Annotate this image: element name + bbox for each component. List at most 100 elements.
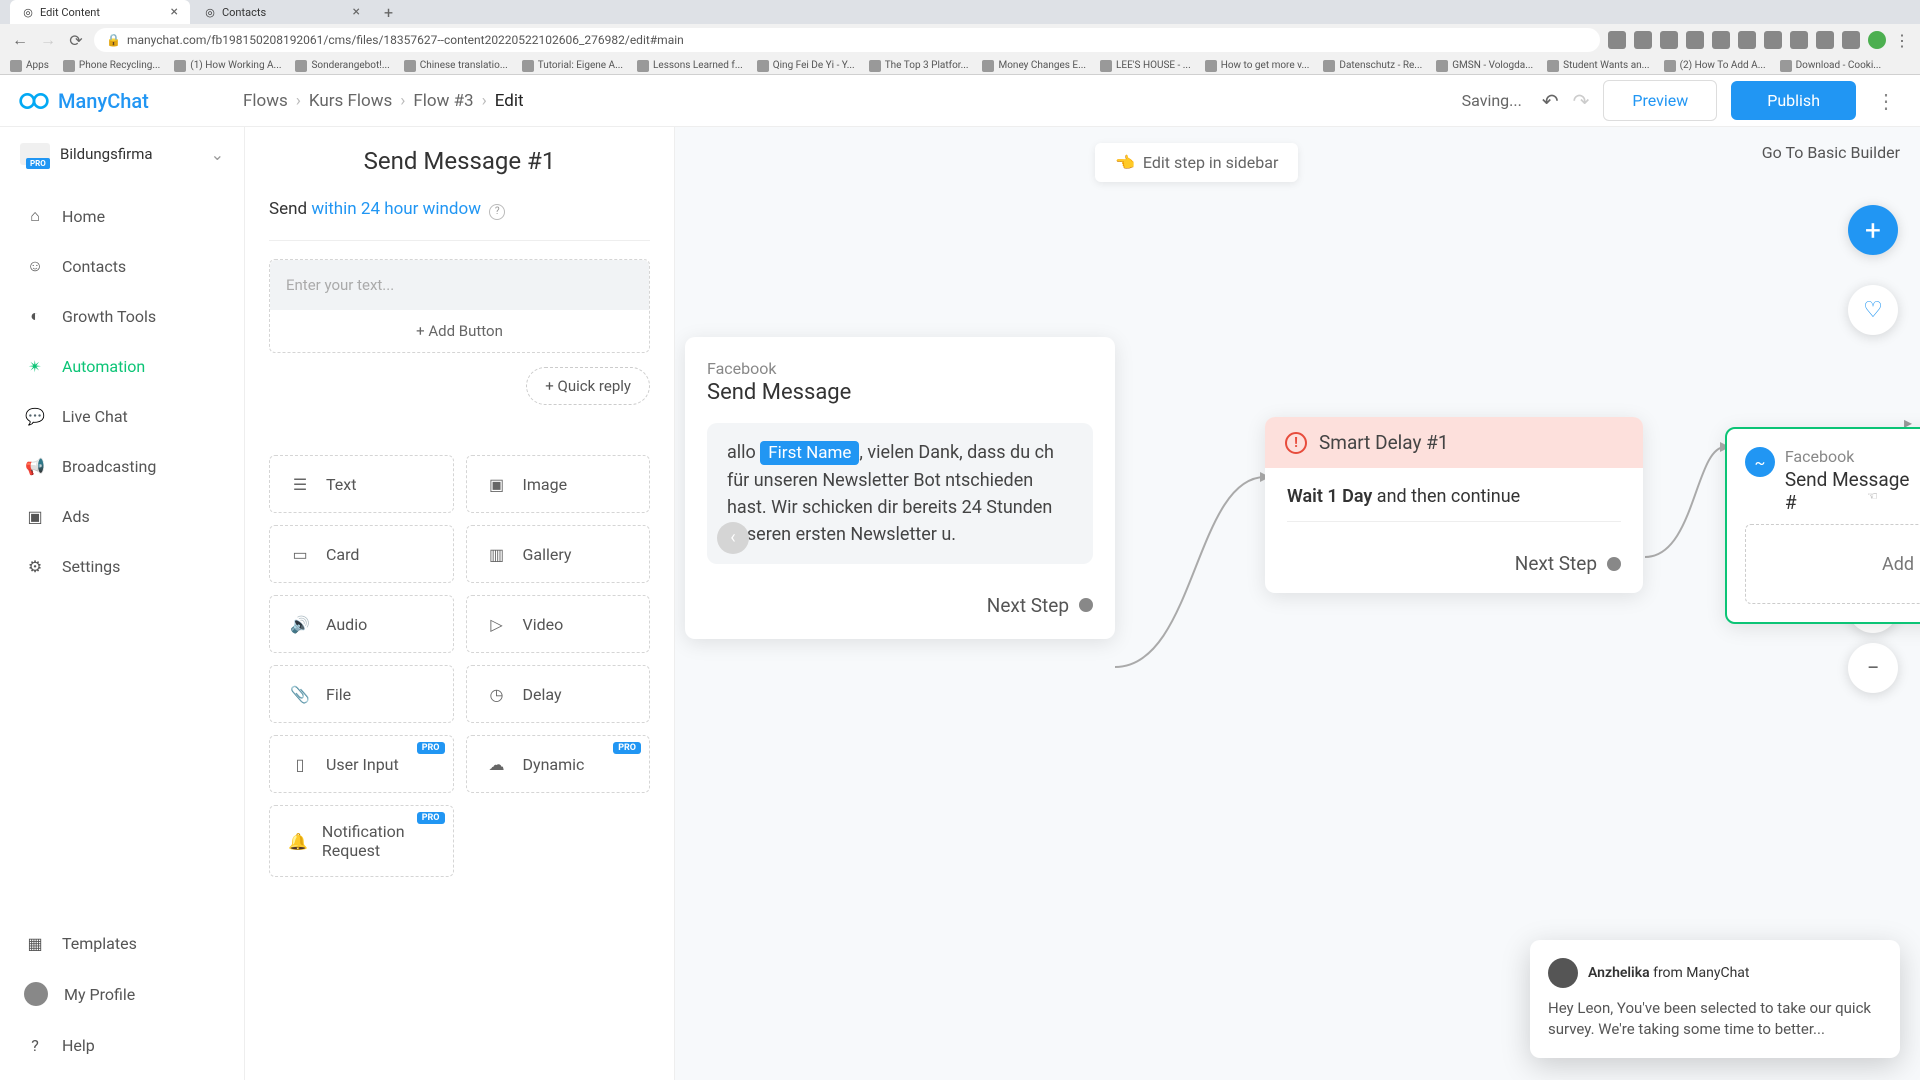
sidebar-item-ads[interactable]: ▣Ads (0, 491, 244, 541)
tab-title: Contacts (222, 6, 266, 19)
bookmark-item[interactable]: How to get more v... (1205, 60, 1310, 72)
extension-icon[interactable] (1738, 31, 1756, 49)
content-type-userinput[interactable]: ▯User InputPRO (269, 735, 454, 793)
back-button[interactable]: ← (10, 30, 30, 50)
star-icon[interactable] (1712, 31, 1730, 49)
bookmark-item[interactable]: Student Wants an... (1547, 60, 1649, 72)
close-icon[interactable]: × (171, 4, 178, 20)
bookmark-item[interactable]: Money Changes E... (982, 60, 1086, 72)
zoom-out-fab[interactable]: − (1848, 643, 1898, 693)
content-type-gallery[interactable]: ▥Gallery (466, 525, 651, 583)
undo-button[interactable]: ↶ (1542, 89, 1559, 113)
sidebar-item-livechat[interactable]: 💬Live Chat (0, 391, 244, 441)
next-step-port[interactable]: Next Step (1287, 552, 1621, 575)
sidebar-item-growth[interactable]: ◐Growth Tools (0, 291, 244, 341)
bookmark-item[interactable]: (2) How To Add A... (1664, 60, 1766, 72)
browser-tab[interactable]: ◎Edit Content × (10, 0, 190, 24)
content-type-file[interactable]: 📎File (269, 665, 454, 723)
bookmark-item[interactable]: GMSN - Vologda... (1436, 60, 1533, 72)
reload-button[interactable]: ⟳ (66, 30, 86, 50)
variable-chip: First Name (760, 441, 859, 465)
content-type-delay[interactable]: ◷Delay (466, 665, 651, 723)
org-selector[interactable]: PRO Bildungsfirma ⌄ (0, 127, 244, 181)
favorite-fab[interactable]: ♡ (1848, 285, 1898, 335)
add-step-fab[interactable]: + (1848, 205, 1898, 255)
extension-icon[interactable] (1842, 31, 1860, 49)
extension-icon[interactable] (1816, 31, 1834, 49)
sidebar-item-help[interactable]: ?Help (0, 1020, 244, 1070)
nav-label: Live Chat (62, 407, 128, 426)
support-chat-widget[interactable]: Anzhelika from ManyChat Hey Leon, You've… (1530, 940, 1900, 1058)
bookmark-item[interactable]: Download - Cooki... (1780, 60, 1882, 72)
add-content-placeholder[interactable]: Add (1745, 524, 1920, 604)
quick-reply-button[interactable]: + Quick reply (526, 367, 650, 405)
connector-dot[interactable] (1607, 557, 1621, 571)
profile-avatar[interactable] (1868, 31, 1886, 49)
content-type-notification[interactable]: 🔔Notification RequestPRO (269, 805, 454, 877)
edit-in-sidebar-button[interactable]: 👈Edit step in sidebar (1095, 143, 1298, 182)
browser-tab[interactable]: ◎Contacts × (192, 0, 372, 24)
nav-label: Broadcasting (62, 457, 156, 476)
sidebar-item-templates[interactable]: ▦Templates (0, 918, 244, 968)
extension-icon[interactable] (1634, 31, 1652, 49)
extension-icon[interactable] (1660, 31, 1678, 49)
address-bar[interactable]: 🔒manychat.com/fb198150208192061/cms/file… (94, 28, 1600, 52)
bookmark-item[interactable]: Lessons Learned f... (637, 60, 743, 72)
next-step-port[interactable]: Next Step (707, 594, 1093, 617)
bookmark-item[interactable]: (1) How Working A... (174, 60, 281, 72)
breadcrumb-item[interactable]: Kurs Flows (309, 91, 392, 111)
content-type-audio[interactable]: 🔊Audio (269, 595, 454, 653)
extension-icon[interactable] (1608, 31, 1626, 49)
sidebar-item-broadcasting[interactable]: 📢Broadcasting (0, 441, 244, 491)
chrome-menu-icon[interactable]: ⋮ (1894, 31, 1910, 50)
send-window-link[interactable]: within 24 hour window (311, 199, 481, 219)
sidebar-item-home[interactable]: ⌂Home (0, 191, 244, 241)
preview-button[interactable]: Preview (1603, 80, 1717, 121)
flow-node-send-message-2[interactable]: ~ Facebook Send Message # Add (1725, 427, 1920, 624)
connector-dot[interactable] (1079, 598, 1093, 612)
content-type-image[interactable]: ▣Image (466, 455, 651, 513)
message-text-block[interactable]: Enter your text... + Add Button (269, 259, 650, 353)
bookmark-item[interactable]: Qing Fei De Yi - Y... (757, 60, 855, 72)
text-input[interactable]: Enter your text... (270, 260, 649, 310)
bookmark-item[interactable]: Apps (10, 60, 49, 72)
bookmark-item[interactable]: Datenschutz - Re... (1323, 60, 1422, 72)
close-icon[interactable]: × (353, 4, 360, 20)
extension-icon[interactable] (1764, 31, 1782, 49)
sidebar-item-settings[interactable]: ⚙Settings (0, 541, 244, 591)
extension-icon[interactable] (1686, 31, 1704, 49)
content-type-video[interactable]: ▷Video (466, 595, 651, 653)
nav-label: Growth Tools (62, 307, 156, 326)
publish-button[interactable]: Publish (1731, 81, 1856, 120)
content-type-text[interactable]: ☰Text (269, 455, 454, 513)
sidebar-item-automation[interactable]: ✴Automation (0, 341, 244, 391)
content-type-card[interactable]: ▭Card (269, 525, 454, 583)
sidebar-item-profile[interactable]: My Profile (0, 968, 244, 1020)
content-type-dynamic[interactable]: ☁DynamicPRO (466, 735, 651, 793)
breadcrumb-item[interactable]: Flows (243, 91, 288, 111)
app-logo[interactable]: ManyChat (18, 85, 243, 117)
flow-canvas[interactable]: 👈Edit step in sidebar Go To Basic Builde… (675, 127, 1920, 1080)
basic-builder-link[interactable]: Go To Basic Builder (1762, 143, 1900, 162)
editor-title[interactable]: Send Message #1 (269, 147, 650, 175)
new-tab-button[interactable]: + (374, 3, 403, 22)
info-icon[interactable]: ? (489, 204, 505, 220)
forward-button[interactable]: → (38, 30, 58, 50)
extension-icon[interactable] (1790, 31, 1808, 49)
bookmark-item[interactable]: LEE'S HOUSE - ... (1100, 60, 1191, 72)
bookmark-item[interactable]: Tutorial: Eigene A... (522, 60, 623, 72)
saving-status: Saving... (1462, 91, 1522, 110)
bookmark-item[interactable]: Sonderangebot!... (295, 60, 389, 72)
breadcrumb-item[interactable]: Flow #3 (413, 91, 473, 111)
more-menu-icon[interactable]: ⋮ (1870, 89, 1902, 113)
node-title: Send Message (707, 380, 1093, 405)
bookmark-item[interactable]: The Top 3 Platfor... (869, 60, 969, 72)
prev-arrow-icon[interactable]: ‹ (717, 522, 749, 554)
flow-node-send-message[interactable]: Facebook Send Message allo First Name, v… (685, 337, 1115, 639)
add-button-button[interactable]: + Add Button (270, 310, 649, 352)
sidebar-item-contacts[interactable]: ☺Contacts (0, 241, 244, 291)
flow-node-smart-delay[interactable]: Smart Delay #1 Wait 1 Day and then conti… (1265, 417, 1643, 593)
bookmark-item[interactable]: Chinese translatio... (404, 60, 508, 72)
bookmark-item[interactable]: Phone Recycling... (63, 60, 160, 72)
nav-label: Contacts (62, 257, 126, 276)
